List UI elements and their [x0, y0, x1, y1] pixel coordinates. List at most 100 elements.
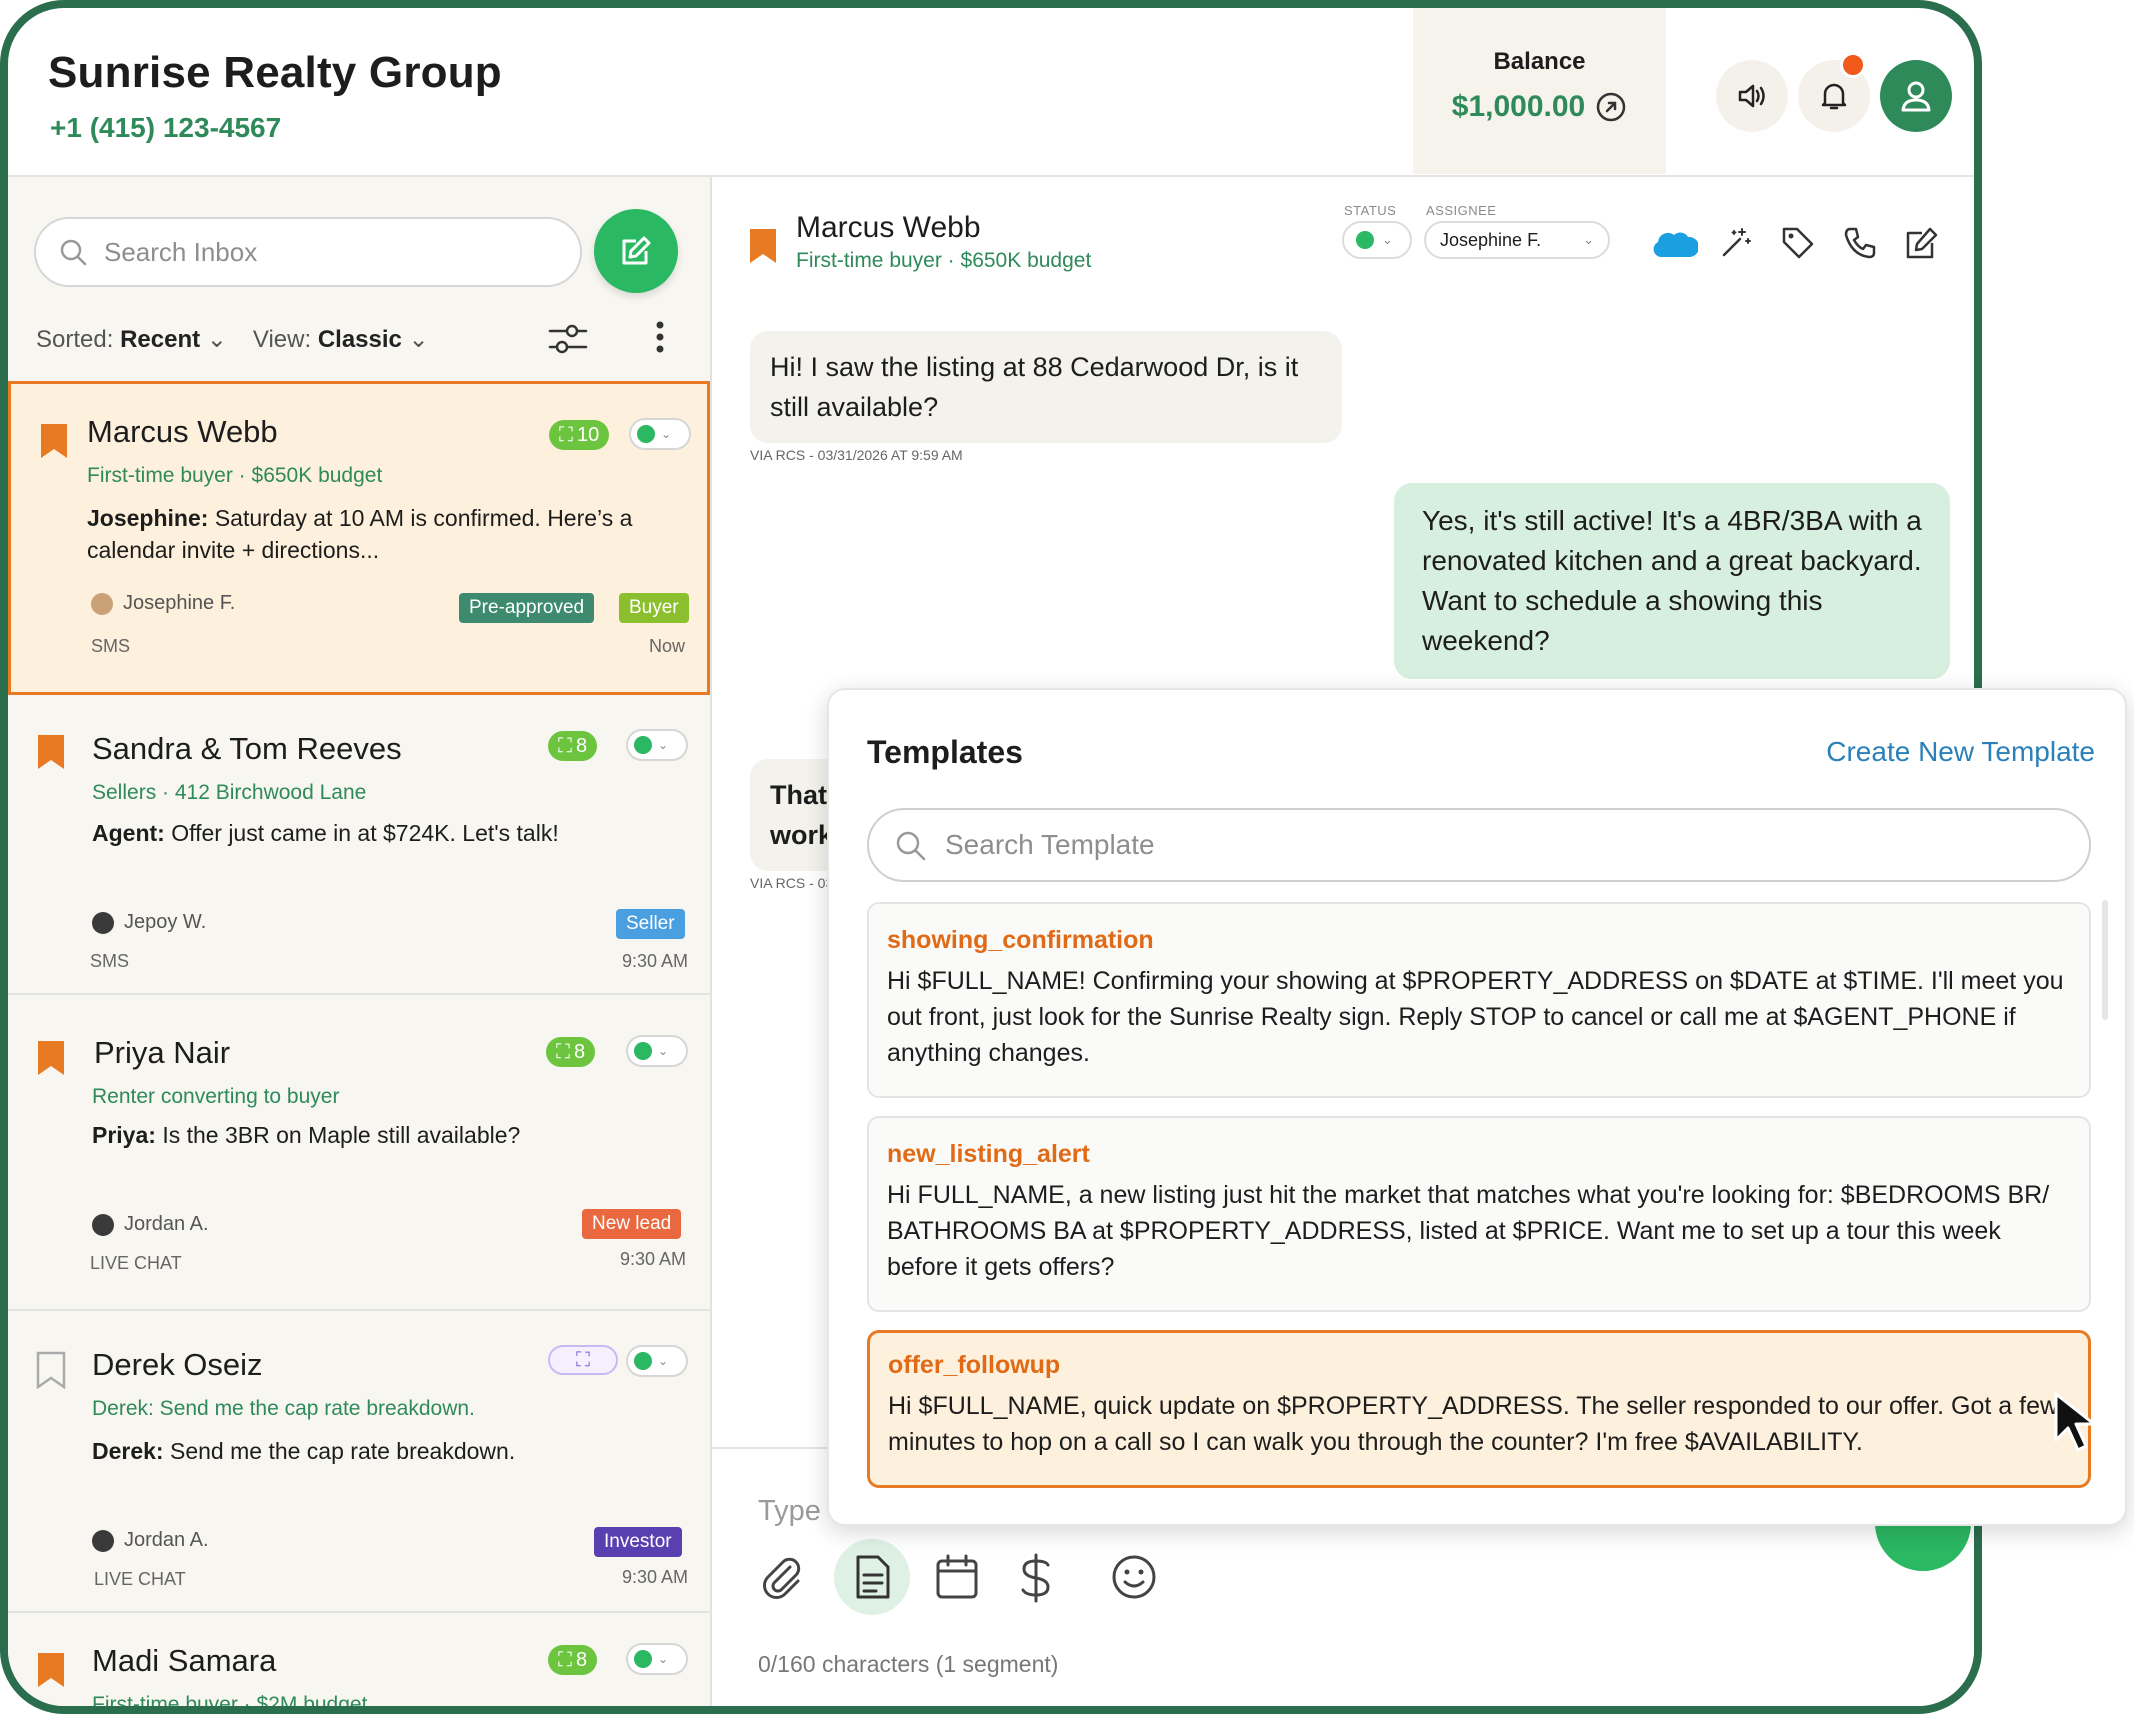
tag-pre-approved[interactable]: Pre-approved: [459, 593, 595, 623]
compose-button[interactable]: [594, 209, 678, 293]
chevron-down-icon: ⌄: [206, 326, 227, 353]
contact-subtitle: First-time buyer · $2M budget: [92, 1693, 368, 1714]
assigned-agent: Jordan A.: [92, 1213, 209, 1236]
paperclip-icon[interactable]: [758, 1553, 806, 1601]
conversation-item[interactable]: Derek Oseiz Derek: Send me the cap rate …: [8, 1311, 710, 1613]
message-meta: VIA RCS - 03: [750, 875, 834, 891]
sound-button[interactable]: [1716, 60, 1788, 132]
view-dropdown[interactable]: View: Classic ⌄: [253, 325, 429, 354]
message-input[interactable]: Type: [758, 1495, 821, 1528]
more-icon[interactable]: [654, 317, 666, 357]
status-toggle[interactable]: ⌄: [626, 1643, 688, 1675]
incoming-message: Hi! I saw the listing at 88 Cedarwood Dr…: [750, 331, 1342, 443]
tag-investor[interactable]: Investor: [594, 1527, 682, 1557]
inbox-sidebar: Search Inbox Sorted: Recent ⌄ View: Clas…: [8, 177, 712, 1714]
conversation-item[interactable]: Madi Samara First-time buyer · $2M budge…: [8, 1613, 710, 1714]
template-item[interactable]: new_listing_alert Hi FULL_NAME, a new li…: [867, 1116, 2091, 1312]
bookmark-icon[interactable]: [748, 227, 778, 265]
chevron-down-icon: ⌄: [658, 1652, 669, 1666]
calendar-icon[interactable]: [934, 1553, 980, 1601]
contact-name: Sandra & Tom Reeves: [92, 731, 402, 766]
conversation-item[interactable]: Marcus Webb First-time buyer · $650K bud…: [8, 381, 710, 695]
scrollbar[interactable]: [2102, 900, 2108, 1020]
message-time: 9:30 AM: [621, 1567, 688, 1587]
templates-popover: Templates Create New Template Search Tem…: [827, 688, 2127, 1526]
balance-value: $1,000.00: [1451, 90, 1586, 123]
tag-icon[interactable]: [1780, 225, 1816, 261]
sender-name: Agent:: [92, 820, 165, 846]
ai-icon: ⛶: [558, 1648, 572, 1671]
assignee-select[interactable]: Josephine F. ⌄: [1424, 221, 1610, 259]
message-count-badge: ⛶: [548, 1345, 618, 1375]
sender-name: Priya:: [92, 1122, 156, 1148]
tag-new-lead[interactable]: New lead: [582, 1209, 682, 1239]
message-time: 9:30 AM: [621, 951, 688, 971]
contact-name: Derek Oseiz: [92, 1347, 263, 1382]
avatar: [91, 592, 113, 615]
message-text: Offer just came in at $724K. Let's talk!: [171, 820, 559, 846]
emoji-icon[interactable]: [1110, 1553, 1158, 1601]
bookmark-outline-icon[interactable]: [36, 1351, 66, 1389]
status-select[interactable]: ⌄: [1342, 221, 1412, 259]
contact-name: Priya Nair: [94, 1035, 231, 1070]
conversation-item[interactable]: Sandra & Tom Reeves Sellers · 412 Birchw…: [8, 695, 710, 995]
company-name: Sunrise Realty Group: [48, 48, 502, 97]
sort-dropdown[interactable]: Sorted: Recent ⌄: [36, 325, 227, 354]
template-button[interactable]: [834, 1539, 910, 1615]
company-phone: +1 (415) 123-4567: [50, 112, 282, 143]
contact-subtitle: Sellers · 412 Birchwood Lane: [92, 781, 367, 804]
bookmark-icon[interactable]: [39, 422, 69, 460]
tag-buyer[interactable]: Buyer: [619, 593, 689, 623]
status-toggle[interactable]: ⌄: [626, 1345, 688, 1377]
balance-label: Balance: [1493, 48, 1586, 75]
assigned-agent: Josephine F.: [91, 592, 235, 615]
create-template-link[interactable]: Create New Template: [1826, 736, 2095, 768]
template-icon: [856, 1555, 890, 1599]
chevron-down-icon: ⌄: [1583, 232, 1594, 247]
salesforce-icon[interactable]: [1650, 227, 1698, 261]
template-search-placeholder: Search Template: [945, 829, 1155, 860]
filter-icon[interactable]: [546, 319, 590, 359]
agent-name: Jepoy W.: [124, 911, 207, 933]
external-link-icon[interactable]: [1595, 91, 1627, 123]
conversation-item[interactable]: Priya Nair Renter converting to buyer Pr…: [8, 995, 710, 1311]
dollar-icon[interactable]: [1018, 1553, 1054, 1603]
bookmark-icon[interactable]: [36, 1039, 66, 1077]
chevron-down-icon: ⌄: [661, 427, 672, 441]
template-item-selected[interactable]: offer_followup Hi $FULL_NAME, quick upda…: [867, 1330, 2091, 1488]
inbox-search-input[interactable]: Search Inbox: [34, 217, 582, 287]
chevron-down-icon: ⌄: [1382, 232, 1393, 247]
avatar: [92, 911, 114, 934]
outgoing-message: Yes, it's still active! It's a 4BR/3BA w…: [1394, 483, 1950, 679]
speaker-icon: [1738, 84, 1765, 108]
chat-contact-name: Marcus Webb: [796, 211, 981, 244]
search-icon: [896, 831, 926, 861]
bookmark-icon[interactable]: [36, 733, 66, 771]
bookmark-icon[interactable]: [36, 1651, 66, 1689]
edit-icon[interactable]: [1904, 225, 1940, 261]
message-text: Send me the cap rate breakdown.: [170, 1438, 516, 1464]
status-toggle[interactable]: ⌄: [629, 418, 691, 450]
status-toggle[interactable]: ⌄: [626, 1035, 688, 1067]
message-count-badge: ⛶ 8: [548, 731, 598, 761]
chevron-down-icon: ⌄: [658, 738, 669, 752]
balance-panel[interactable]: Balance $1,000.00: [1413, 8, 1666, 174]
contact-subtitle: Derek: Send me the cap rate breakdown.: [92, 1397, 475, 1420]
magic-wand-icon[interactable]: [1718, 225, 1754, 261]
template-item[interactable]: showing_confirmation Hi $FULL_NAME! Conf…: [867, 902, 2091, 1098]
profile-button[interactable]: [1880, 60, 1952, 132]
inbox-search-placeholder: Search Inbox: [104, 236, 258, 267]
search-icon: [60, 239, 87, 266]
agent-name: Josephine F.: [123, 592, 236, 614]
ai-icon: ⛶: [559, 423, 573, 446]
agent-name: Jordan A.: [124, 1529, 209, 1551]
phone-icon[interactable]: [1842, 225, 1878, 261]
tag-seller[interactable]: Seller: [616, 909, 685, 939]
count-value: 8: [576, 1648, 588, 1671]
count-value: 8: [574, 1040, 586, 1063]
status-toggle[interactable]: ⌄: [626, 729, 688, 761]
sender-name: Derek:: [92, 1438, 164, 1464]
template-search-input[interactable]: Search Template: [867, 808, 2091, 882]
ai-icon: ⛶: [576, 1348, 590, 1371]
ai-icon: ⛶: [556, 1040, 570, 1063]
